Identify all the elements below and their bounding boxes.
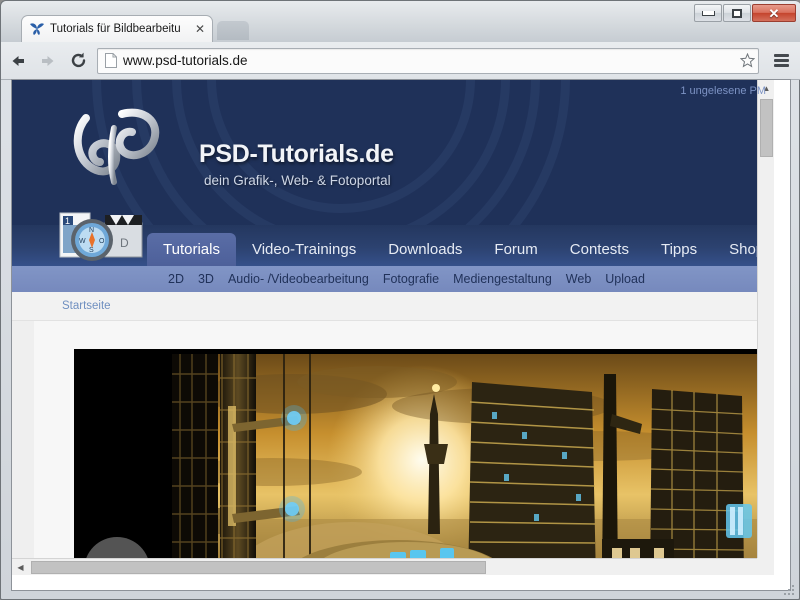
title-bar: Tutorials für Bildbearbeitu ✕ ✕ [1, 1, 800, 42]
nav-item-contests[interactable]: Contests [554, 233, 645, 266]
menu-line [773, 54, 789, 57]
svg-text:N: N [89, 227, 94, 234]
logo-title: PSD-Tutorials.de [199, 140, 394, 168]
vertical-scroll-thumb[interactable] [760, 99, 773, 157]
unread-pm-notice[interactable]: 1 ungelesene PM [680, 85, 766, 97]
web-page: 1 ungelesene PM PSD-Tutorials.de dein Gr… [12, 80, 774, 575]
address-bar[interactable]: www.psd-tutorials.de [97, 47, 759, 74]
forward-arrow-icon [42, 55, 54, 66]
back-button[interactable] [5, 48, 31, 74]
butterfly-favicon-icon [30, 23, 44, 35]
subnav-item-3d[interactable]: 3D [198, 272, 214, 286]
close-button[interactable]: ✕ [752, 4, 796, 22]
browser-menu-button[interactable] [767, 48, 795, 74]
breadcrumb-bar: Startseite [12, 292, 774, 321]
svg-text:O: O [99, 238, 105, 245]
nav-item-video-trainings[interactable]: Video-Trainings [236, 233, 372, 266]
resize-grip-icon[interactable] [782, 583, 796, 597]
site-logo[interactable]: PSD-Tutorials.de dein Grafik-, Web- & Fo… [64, 100, 444, 205]
svg-text:1: 1 [65, 216, 70, 226]
new-tab-button[interactable] [217, 21, 249, 40]
browser-window: Tutorials für Bildbearbeitu ✕ ✕ www.psd-… [0, 0, 800, 600]
url-text[interactable]: www.psd-tutorials.de [123, 53, 736, 68]
close-icon: ✕ [768, 5, 780, 21]
subnav-item-audio-video[interactable]: Audio- /Videobearbeitung [228, 272, 369, 286]
tab-close-icon[interactable]: ✕ [192, 22, 208, 36]
star-glyph [739, 53, 755, 68]
menu-line [773, 59, 789, 62]
svg-text:S: S [89, 247, 94, 254]
butterfly-logo-icon [73, 108, 160, 185]
sub-navigation: 2D 3D Audio- /Videobearbeitung Fotografi… [12, 266, 774, 292]
subnav-item-mediengestaltung[interactable]: Mediengestaltung [453, 272, 552, 286]
horizontal-scroll-thumb[interactable] [31, 561, 486, 574]
content-area [12, 321, 774, 575]
maximize-icon [732, 8, 742, 18]
back-arrow-icon [12, 55, 24, 66]
browser-toolbar: www.psd-tutorials.de [1, 42, 800, 80]
minimize-button[interactable] [694, 4, 722, 22]
subnav-item-2d[interactable]: 2D [168, 272, 184, 286]
cityscape-artwork [172, 354, 774, 575]
maximize-button[interactable] [723, 4, 751, 22]
main-navigation: 1 D N S W O Tutorials Video-Trainings Do… [12, 212, 774, 266]
window-controls: ✕ [693, 4, 796, 23]
hero-slider [74, 349, 774, 575]
tutorials-category-icon: 1 D N S W O [59, 212, 143, 261]
nav-item-forum[interactable]: Forum [478, 233, 553, 266]
svg-text:W: W [79, 238, 86, 245]
svg-text:D: D [120, 236, 129, 250]
tab-title: Tutorials für Bildbearbeitu [50, 23, 181, 35]
menu-line [773, 64, 789, 67]
nav-item-tutorials[interactable]: Tutorials [147, 233, 236, 266]
page-document-icon [105, 53, 117, 68]
reload-icon [71, 52, 85, 68]
page-viewport: 1 ungelesene PM PSD-Tutorials.de dein Gr… [11, 79, 791, 591]
forward-button [35, 48, 61, 74]
subnav-item-web[interactable]: Web [566, 272, 591, 286]
breadcrumb-startseite[interactable]: Startseite [62, 300, 111, 312]
nav-item-tipps[interactable]: Tipps [645, 233, 713, 266]
reload-button[interactable] [65, 48, 91, 74]
horizontal-scrollbar[interactable]: ◀ ▶ [12, 558, 774, 575]
browser-tab[interactable]: Tutorials für Bildbearbeitu ✕ [21, 15, 213, 42]
logo-subtitle: dein Grafik-, Web- & Fotoportal [204, 173, 391, 188]
subnav-item-upload[interactable]: Upload [605, 272, 645, 286]
scrollbar-corner [757, 558, 774, 575]
content-card [34, 321, 774, 575]
vertical-scrollbar[interactable]: ▲ ▼ [757, 80, 774, 575]
scroll-left-button[interactable]: ◀ [12, 559, 29, 575]
hero-image [172, 354, 774, 575]
nav-item-downloads[interactable]: Downloads [372, 233, 478, 266]
nav-item-list: Tutorials Video-Trainings Downloads Foru… [147, 225, 774, 266]
bookmark-star-icon[interactable] [736, 53, 758, 68]
minimize-icon [701, 10, 715, 16]
subnav-item-fotografie[interactable]: Fotografie [383, 272, 439, 286]
site-header: 1 ungelesene PM PSD-Tutorials.de dein Gr… [12, 80, 774, 225]
